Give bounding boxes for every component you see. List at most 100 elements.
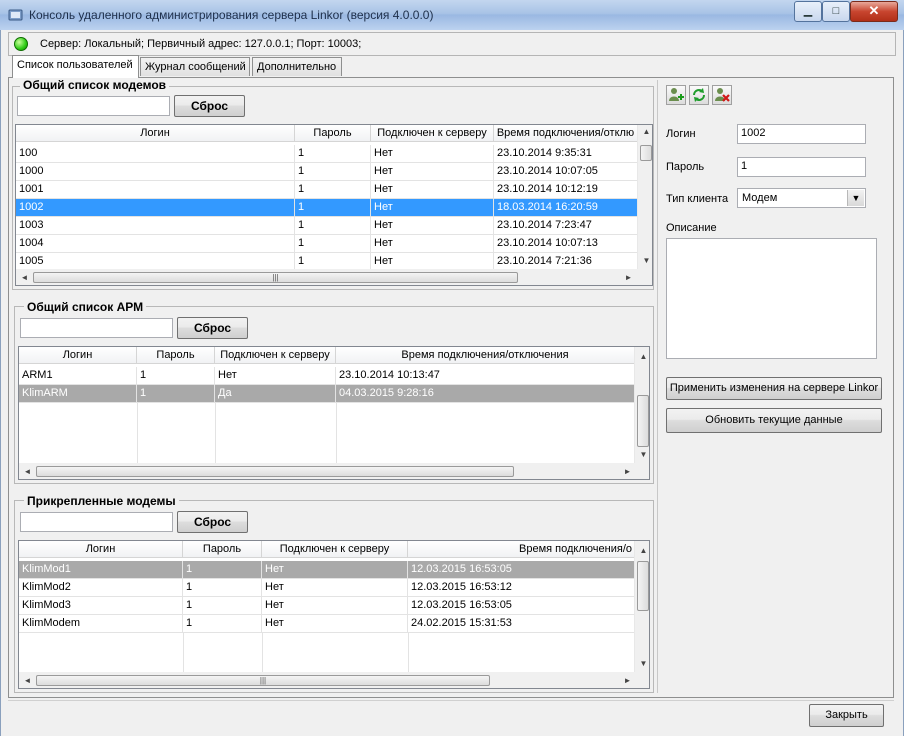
- attached-table-row[interactable]: KlimMod3 1 Нет 12.03.2015 16:53:05: [19, 597, 635, 615]
- minimize-button[interactable]: ▁: [794, 1, 822, 22]
- close-window-button[interactable]: ✕: [850, 1, 898, 22]
- attached-table-row[interactable]: KlimMod1 1 Нет 12.03.2015 16:53:05: [19, 561, 635, 579]
- arm-table[interactable]: Логин Пароль Подключен к серверу Время п…: [18, 346, 650, 480]
- arm-vscroll[interactable]: ▲ ▼: [634, 347, 649, 463]
- modems-cell: 23.10.2014 10:12:19: [494, 181, 638, 198]
- arm-reset-button[interactable]: Сброс: [177, 317, 248, 339]
- login-input[interactable]: 1002: [737, 124, 866, 144]
- modems-table-row[interactable]: 1002 1 Нет 18.03.2014 16:20:59: [16, 199, 638, 217]
- arm-cell: ARM1: [19, 367, 137, 384]
- close-button[interactable]: Закрыть: [809, 704, 884, 727]
- attached-cell: Нет: [262, 597, 408, 614]
- attached-cell: 24.02.2015 15:31:53: [408, 615, 635, 632]
- modems-cell: 23.10.2014 7:23:47: [494, 217, 638, 234]
- modems-col-login[interactable]: Логин: [16, 125, 295, 142]
- modems-table-row[interactable]: 1001 1 Нет 23.10.2014 10:12:19: [16, 181, 638, 199]
- modems-table-row[interactable]: 100 1 Нет 23.10.2014 9:35:31: [16, 145, 638, 163]
- tab-messages-label: Журнал сообщений: [145, 61, 246, 73]
- attached-cell: KlimMod1: [19, 561, 183, 578]
- close-icon: ✕: [868, 3, 880, 18]
- maximize-icon: □: [832, 5, 840, 17]
- arm-col-connected[interactable]: Подключен к серверу: [215, 347, 336, 364]
- attached-hscroll-thumb[interactable]: |||: [36, 675, 490, 686]
- arm-hscroll-thumb[interactable]: [36, 466, 514, 477]
- description-textarea[interactable]: [666, 238, 877, 359]
- modems-reset-button[interactable]: Сброс: [174, 95, 245, 117]
- scroll-up-icon: ▲: [639, 352, 648, 361]
- attached-reset-button[interactable]: Сброс: [177, 511, 248, 533]
- add-user-icon: [669, 88, 684, 101]
- arm-table-row[interactable]: ARM1 1 Нет 23.10.2014 10:13:47: [19, 367, 635, 385]
- attached-table-row[interactable]: KlimModem 1 Нет 24.02.2015 15:31:53: [19, 615, 635, 633]
- arm-table-row[interactable]: KlimARM 1 Да 04.03.2015 9:28:16: [19, 385, 635, 403]
- modems-table-row[interactable]: 1003 1 Нет 23.10.2014 7:23:47: [16, 217, 638, 235]
- attached-vscroll[interactable]: ▲ ▼: [634, 541, 649, 672]
- client-type-select[interactable]: Модем ▼: [737, 188, 866, 208]
- connection-status-icon: [14, 37, 28, 51]
- window-title: Консоль удаленного администрирования сер…: [29, 8, 434, 22]
- tab-users[interactable]: Список пользователей: [12, 55, 139, 78]
- scroll-left-icon: ◄: [20, 273, 29, 282]
- attached-table[interactable]: Логин Пароль Подключен к серверу Время п…: [18, 540, 650, 689]
- title-bar[interactable]: Консоль удаленного администрирования сер…: [0, 0, 904, 31]
- modems-cell: 1: [295, 253, 371, 270]
- tab-messages[interactable]: Журнал сообщений: [140, 57, 250, 76]
- attached-col-password[interactable]: Пароль: [183, 541, 262, 558]
- modems-vscroll-thumb[interactable]: [640, 145, 652, 161]
- modems-table[interactable]: Логин Пароль Подключен к серверу Время п…: [15, 124, 653, 286]
- delete-user-button[interactable]: [712, 85, 732, 105]
- arm-col-time[interactable]: Время подключения/отключения: [336, 347, 635, 364]
- modems-cell: 23.10.2014 9:35:31: [494, 145, 638, 162]
- attached-table-row[interactable]: KlimMod2 1 Нет 12.03.2015 16:53:12: [19, 579, 635, 597]
- modems-group-title: Общий список модемов: [20, 78, 170, 92]
- modems-vscroll[interactable]: ▲ ▼: [637, 125, 652, 269]
- modems-cell: 1002: [16, 199, 295, 216]
- attached-cell: KlimMod3: [19, 597, 183, 614]
- password-input[interactable]: 1: [737, 157, 866, 177]
- attached-cell: 12.03.2015 16:53:05: [408, 561, 635, 578]
- refresh-data-button[interactable]: Обновить текущие данные: [666, 408, 882, 433]
- login-label: Логин: [666, 128, 696, 140]
- chevron-down-icon[interactable]: ▼: [847, 190, 864, 206]
- modems-cell: Нет: [371, 163, 494, 180]
- arm-col-login[interactable]: Логин: [19, 347, 137, 364]
- app-icon: [8, 9, 23, 21]
- modems-table-row[interactable]: 1004 1 Нет 23.10.2014 10:07:13: [16, 235, 638, 253]
- arm-cell: 1: [137, 367, 215, 384]
- modems-col-password[interactable]: Пароль: [295, 125, 371, 142]
- attached-col-time[interactable]: Время подключения/о: [408, 541, 635, 558]
- modems-hscroll[interactable]: ◄ ||| ►: [16, 269, 652, 285]
- modems-table-row[interactable]: 1000 1 Нет 23.10.2014 10:07:05: [16, 163, 638, 181]
- scroll-right-icon: ►: [623, 467, 632, 476]
- arm-filter-input[interactable]: [20, 318, 173, 338]
- client-type-label: Тип клиента: [666, 193, 729, 205]
- scroll-up-icon: ▲: [642, 127, 651, 136]
- description-label: Описание: [666, 222, 717, 234]
- maximize-button[interactable]: □: [822, 1, 850, 22]
- modems-hscroll-thumb[interactable]: |||: [33, 272, 518, 283]
- attached-filter-input[interactable]: [20, 512, 173, 532]
- scroll-up-icon: ▲: [639, 546, 648, 555]
- refresh-icon: [693, 88, 705, 102]
- modems-cell: 23.10.2014 10:07:13: [494, 235, 638, 252]
- attached-cell: Нет: [262, 615, 408, 632]
- modems-col-time[interactable]: Время подключения/отклю: [494, 125, 638, 142]
- server-status-text: Сервер: Локальный; Первичный адрес: 127.…: [40, 38, 362, 50]
- arm-hscroll[interactable]: ◄ ►: [19, 463, 649, 479]
- refresh-button[interactable]: [689, 85, 709, 105]
- attached-hscroll[interactable]: ◄ ||| ►: [19, 672, 649, 688]
- delete-user-icon: [715, 88, 730, 102]
- attached-col-connected[interactable]: Подключен к серверу: [262, 541, 408, 558]
- modems-cell: Нет: [371, 235, 494, 252]
- apply-changes-button[interactable]: Применить изменения на сервере Linkor: [666, 377, 882, 400]
- attached-col-login[interactable]: Логин: [19, 541, 183, 558]
- arm-col-password[interactable]: Пароль: [137, 347, 215, 364]
- modems-col-connected[interactable]: Подключен к серверу: [371, 125, 494, 142]
- modems-cell: Нет: [371, 199, 494, 216]
- modems-cell: Нет: [371, 181, 494, 198]
- arm-vscroll-thumb[interactable]: [637, 395, 649, 447]
- add-user-button[interactable]: [666, 85, 686, 105]
- tab-additional[interactable]: Дополнительно: [252, 57, 342, 76]
- modems-filter-input[interactable]: [17, 96, 170, 116]
- attached-vscroll-thumb[interactable]: [637, 561, 649, 611]
